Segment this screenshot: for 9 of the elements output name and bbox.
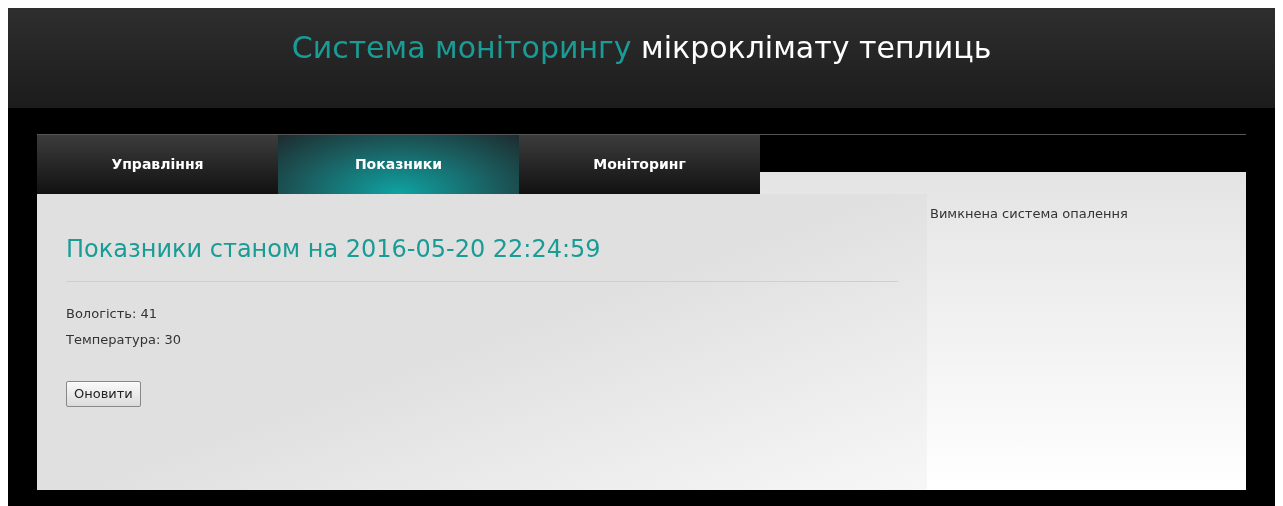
nav-tab[interactable]: Моніторинг <box>519 135 760 194</box>
readings-heading: Показники станом на 2016-05-20 22:24:59 <box>66 231 898 282</box>
heating-status: Вимкнена система опалення <box>929 205 1128 223</box>
refresh-button[interactable]: Оновити <box>66 381 141 407</box>
nav-tab[interactable]: Показники <box>278 135 519 194</box>
nav-tab[interactable]: Управління <box>37 135 278 194</box>
reading-text: Вологість: 41 <box>66 305 158 323</box>
reading-text: Температура: 30 <box>66 330 181 349</box>
site-title: Система моніторингу мікроклімату теплиць <box>291 28 992 67</box>
